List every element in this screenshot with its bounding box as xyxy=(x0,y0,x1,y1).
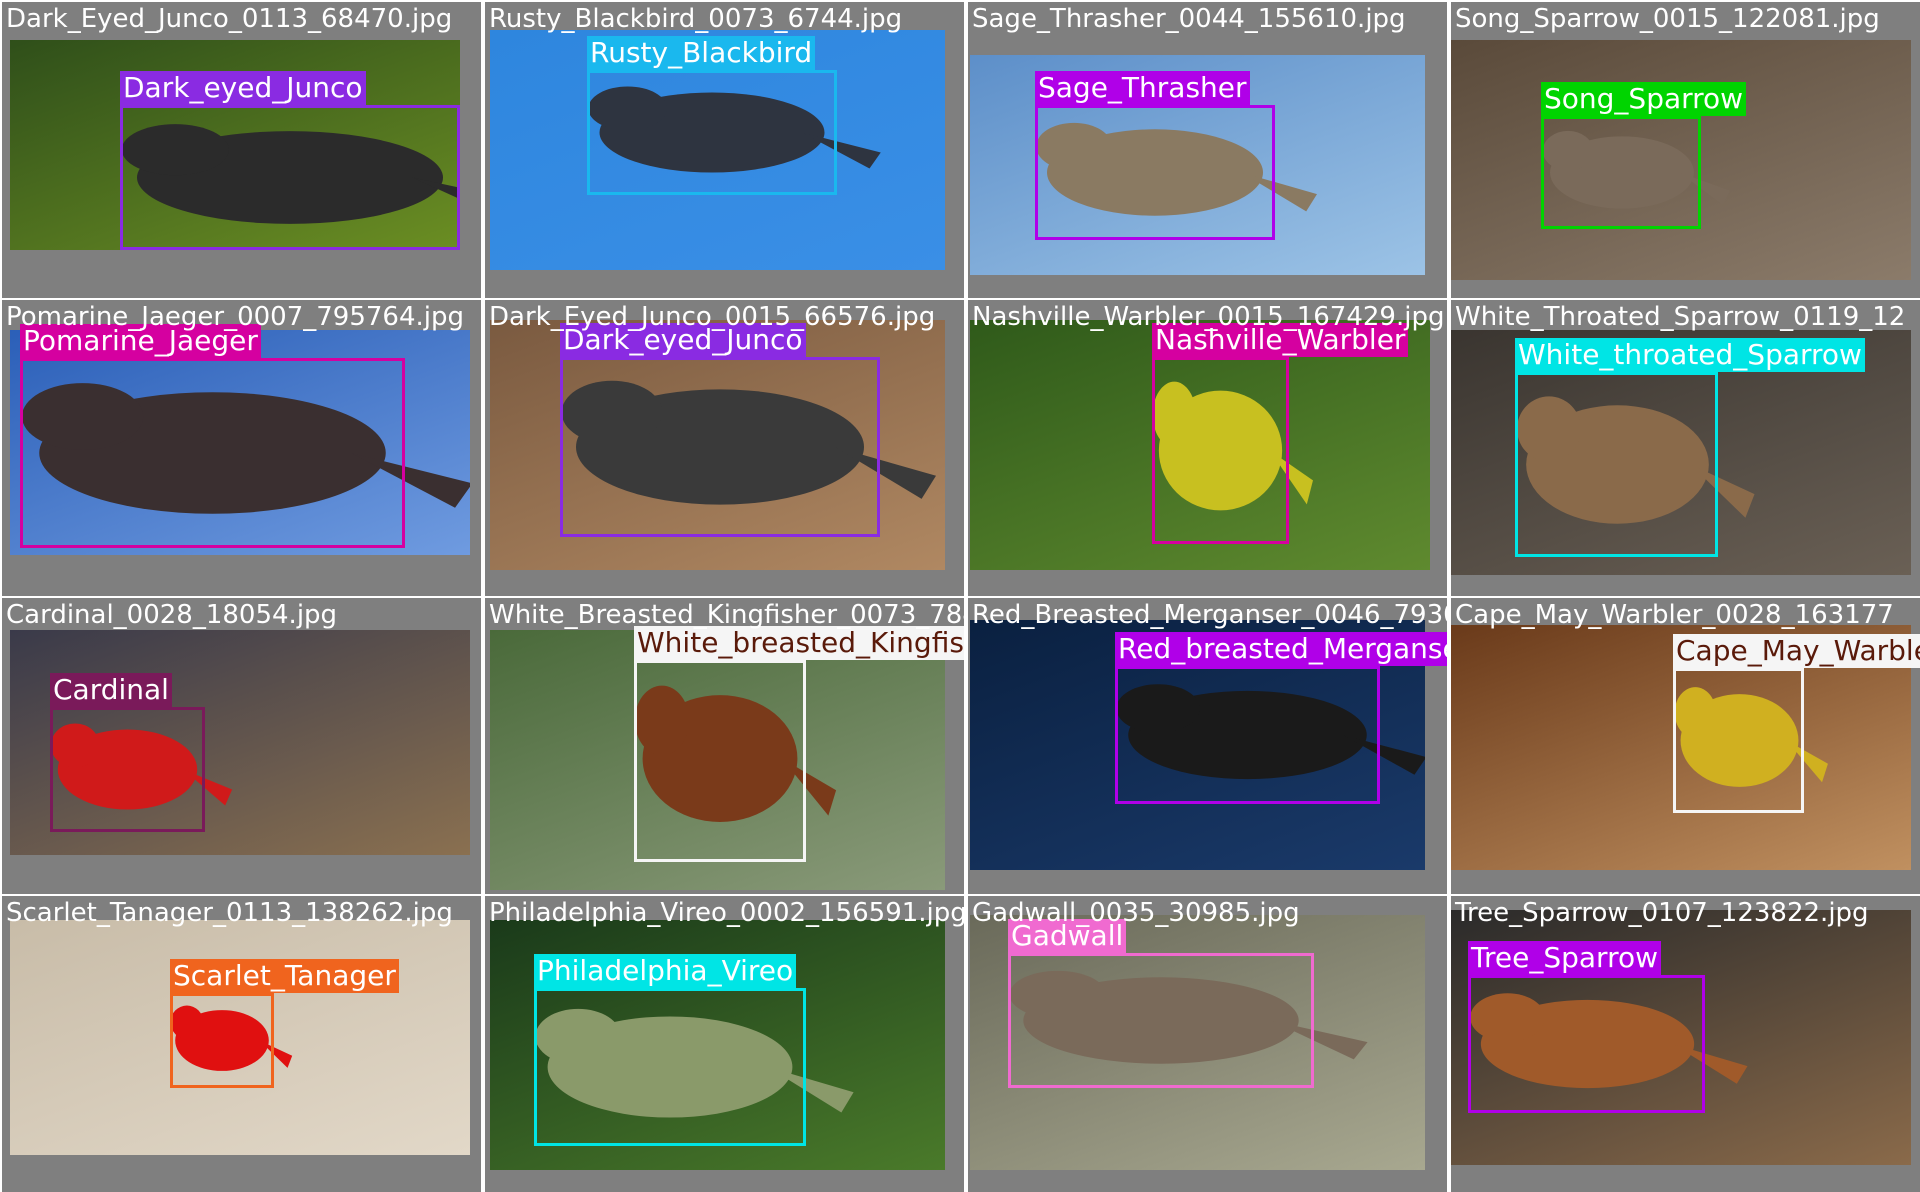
class-label: Rusty_Blackbird xyxy=(587,36,816,70)
class-label: Cardinal xyxy=(50,673,172,707)
image-tile: Dark_Eyed_Junco_0113_68470.jpg Dark_eyed_… xyxy=(2,2,481,298)
image-tile: Scarlet_Tanager_0113_138262.jpg Scarlet_T… xyxy=(2,896,481,1192)
image-tile: Pomarine_Jaeger_0007_795764.jpg Pomarine_… xyxy=(2,300,481,596)
detection-box: White_throated_Sparrow xyxy=(1515,338,1865,557)
detection-box: Pomarine_Jaeger xyxy=(20,324,405,548)
detection-box: Cardinal xyxy=(50,673,205,832)
image-tile: Rusty_Blackbird_0073_6744.jpg Rusty_Black… xyxy=(485,2,964,298)
class-label: Pomarine_Jaeger xyxy=(20,324,261,358)
detection-box: Nashville_Warbler xyxy=(1152,323,1409,544)
detection-box: Tree_Sparrow xyxy=(1468,941,1705,1113)
detection-box: Dark_eyed_Junco xyxy=(560,323,880,537)
image-tile: Sage_Thrasher_0044_155610.jpg Sage_Thrash… xyxy=(968,2,1447,298)
class-label: Scarlet_Tanager xyxy=(170,959,399,993)
class-label: Tree_Sparrow xyxy=(1468,941,1661,975)
detection-box: Red_breasted_Merganser xyxy=(1115,632,1447,804)
detection-box: White_breasted_Kingfisher xyxy=(634,626,964,862)
detection-box: Sage_Thrasher xyxy=(1035,71,1275,240)
image-tile: Song_Sparrow_0015_122081.jpg Song_Sparrow xyxy=(1451,2,1920,298)
image-tile: Nashville_Warbler_0015_167429.jpg Nashvil… xyxy=(968,300,1447,596)
detection-box: Cape_May_Warbler xyxy=(1673,634,1920,813)
image-filename: Cardinal_0028_18054.jpg xyxy=(6,600,338,630)
image-filename: Song_Sparrow_0015_122081.jpg xyxy=(1455,4,1880,34)
image-tile: Dark_Eyed_Junco_0015_66576.jpg Dark_eyed_… xyxy=(485,300,964,596)
image-tile: Cardinal_0028_18054.jpg Cardinal xyxy=(2,598,481,894)
image-filename: White_Throated_Sparrow_0119_12 xyxy=(1455,302,1906,332)
class-label: Cape_May_Warbler xyxy=(1673,634,1920,668)
detection-box: Song_Sparrow xyxy=(1541,82,1747,229)
image-tile: White_Breasted_Kingfisher_0073_78498.jpg… xyxy=(485,598,964,894)
class-label: Philadelphia_Vireo xyxy=(534,954,797,988)
detection-box: Gadwall xyxy=(1008,919,1314,1088)
detection-box: Rusty_Blackbird xyxy=(587,36,837,195)
class-label: Sage_Thrasher xyxy=(1035,71,1250,105)
class-label: Red_breasted_Merganser xyxy=(1115,632,1447,666)
image-tile: White_Throated_Sparrow_0119_12 White_thro… xyxy=(1451,300,1920,596)
class-label: Song_Sparrow xyxy=(1541,82,1747,116)
detection-box: Scarlet_Tanager xyxy=(170,959,399,1088)
class-label: Nashville_Warbler xyxy=(1152,323,1409,357)
image-tile: Philadelphia_Vireo_0002_156591.jpg Philad… xyxy=(485,896,964,1192)
class-label: White_breasted_Kingfisher xyxy=(634,626,964,660)
class-label: Dark_eyed_Junco xyxy=(560,323,806,357)
class-label: Gadwall xyxy=(1008,919,1127,953)
class-label: White_throated_Sparrow xyxy=(1515,338,1865,372)
image-tile: Cape_May_Warbler_0028_163177 Cape_May_War… xyxy=(1451,598,1920,894)
image-tile: Gadwall_0035_30985.jpg Gadwall xyxy=(968,896,1447,1192)
image-filename: Dark_Eyed_Junco_0113_68470.jpg xyxy=(6,4,453,34)
detection-box: Philadelphia_Vireo xyxy=(534,954,806,1146)
detection-box: Dark_eyed_Junco xyxy=(120,71,460,250)
class-label: Dark_eyed_Junco xyxy=(120,71,366,105)
detection-grid: Dark_Eyed_Junco_0113_68470.jpg Dark_eyed_… xyxy=(0,0,1920,1192)
image-tile: Red_Breasted_Merganser_0046_79300.jpgRed… xyxy=(968,598,1447,894)
image-filename: Sage_Thrasher_0044_155610.jpg xyxy=(972,4,1406,34)
image-tile: Tree_Sparrow_0107_123822.jpg Tree_Sparrow xyxy=(1451,896,1920,1192)
